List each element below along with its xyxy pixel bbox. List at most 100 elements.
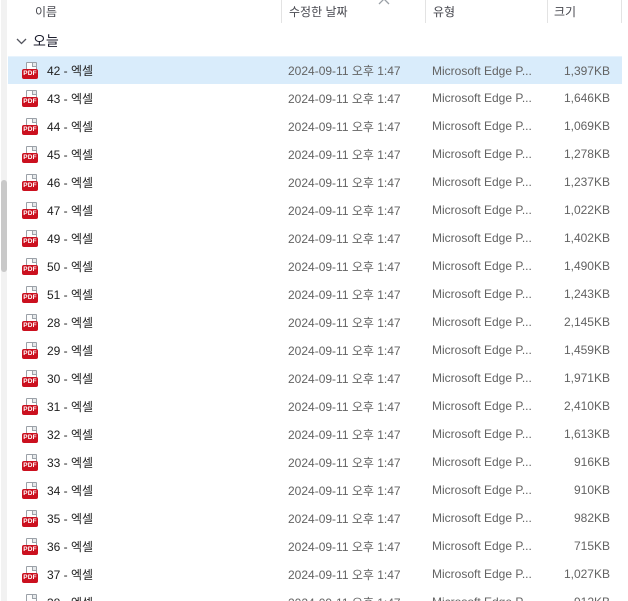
file-row[interactable]: PDF 42 - 엑셀 2024-09-11 오후 1:47 Microsoft Ed… [8, 56, 622, 84]
file-name-cell[interactable]: PDF 43 - 엑셀 [8, 89, 281, 107]
file-size: 910KB [573, 483, 610, 497]
file-name-cell[interactable]: PDF 36 - 엑셀 [8, 537, 281, 555]
file-name-cell[interactable]: PDF 28 - 엑셀 [8, 313, 281, 331]
column-header-type[interactable]: 유형 [425, 0, 547, 23]
file-name-cell[interactable]: PDF 30 - 엑셀 [8, 369, 281, 387]
file-name-label: 51 - 엑셀 [47, 287, 94, 302]
file-row[interactable]: PDF 47 - 엑셀 2024-09-11 오후 1:47 Microsoft Ed… [8, 196, 622, 224]
file-list: PDF 42 - 엑셀 2024-09-11 오후 1:47 Microsoft Ed… [8, 56, 628, 601]
file-row[interactable]: PDF 51 - 엑셀 2024-09-11 오후 1:47 Microsoft Ed… [8, 280, 622, 308]
file-date-modified: 2024-09-11 오후 1:47 [288, 175, 401, 190]
file-name-cell[interactable]: PDF 51 - 엑셀 [8, 285, 281, 303]
pdf-badge: PDF [22, 292, 38, 303]
file-row[interactable]: PDF 38 - 엑셀 2024-09-11 오후 1:47Microsoft Ed… [8, 588, 622, 601]
pdf-file-icon: PDF [22, 369, 40, 387]
file-name-cell[interactable]: PDF 44 - 엑셀 [8, 117, 281, 135]
file-name-cell[interactable]: PDF 46 - 엑셀 [8, 173, 281, 191]
file-name-label: 50 - 엑셀 [47, 259, 94, 274]
file-type: Microsoft Edge P... [432, 63, 532, 78]
file-row[interactable]: PDF 46 - 엑셀 2024-09-11 오후 1:47 Microsoft Ed… [8, 168, 622, 196]
file-name-cell[interactable]: PDF 32 - 엑셀 [8, 425, 281, 443]
pdf-badge: PDF [22, 544, 38, 555]
pdf-file-icon: PDF [22, 453, 40, 471]
file-row[interactable]: PDF 36 - 엑셀 2024-09-11 오후 1:47 Microsoft Ed… [8, 532, 622, 560]
pdf-badge: PDF [22, 432, 38, 443]
file-row[interactable]: PDF 50 - 엑셀 2024-09-11 오후 1:47 Microsoft Ed… [8, 252, 622, 280]
file-name-cell[interactable]: PDF 38 - 엑셀 [8, 593, 281, 601]
file-row[interactable]: PDF 32 - 엑셀 2024-09-11 오후 1:47 Microsoft Ed… [8, 420, 622, 448]
file-type: Microsoft Edge P... [432, 231, 532, 245]
file-type: Microsoft Edge P... [432, 399, 532, 413]
file-type: Microsoft Edge P... [432, 91, 532, 105]
page-fold [32, 342, 36, 347]
pdf-badge: PDF [22, 376, 38, 387]
pdf-file-icon: PDF [22, 313, 40, 331]
file-type: Microsoft Edge P... [432, 287, 532, 301]
pdf-badge: PDF [22, 460, 38, 471]
file-date-modified: 2024-09-11 오후 1:47 [288, 91, 401, 106]
file-size: 1,971KB [563, 371, 610, 385]
file-date-modified: 2024-09-11 오후 1:47 [288, 287, 401, 302]
file-name-label: 45 - 엑셀 [47, 147, 94, 162]
file-name-label: 31 - 엑셀 [47, 399, 94, 414]
group-header-today[interactable]: 오늘 [8, 30, 628, 52]
file-explorer-list-view: 이름 수정한 날짜 유형 크기 오늘 PDF 42 - 엑셀 2024-09-11 … [0, 0, 628, 601]
file-row[interactable]: PDF 29 - 엑셀 2024-09-11 오후 1:47 Microsoft Ed… [8, 336, 622, 364]
column-header-date-modified[interactable]: 수정한 날짜 [281, 0, 425, 23]
pdf-badge: PDF [22, 320, 38, 331]
file-size: 2,410KB [563, 399, 610, 413]
file-date-modified: 2024-09-11 오후 1:47 [288, 399, 401, 414]
file-type: Microsoft Edge P... [432, 567, 532, 581]
pdf-badge: PDF [22, 124, 38, 135]
file-date-modified: 2024-09-11 오후 1:47 [288, 371, 401, 386]
file-name-cell[interactable]: PDF 37 - 엑셀 [8, 565, 281, 583]
file-name-label: 28 - 엑셀 [47, 315, 94, 330]
file-type: Microsoft Edge P... [432, 483, 532, 497]
page-fold [32, 482, 36, 487]
page-fold [32, 594, 36, 599]
file-row[interactable]: PDF 28 - 엑셀 2024-09-11 오후 1:47 Microsoft Ed… [8, 308, 622, 336]
file-name-cell[interactable]: PDF 34 - 엑셀 [8, 481, 281, 499]
pane-scrollbar-track[interactable] [1, 0, 7, 601]
file-name-label: 37 - 엑셀 [47, 567, 94, 582]
file-row[interactable]: PDF 43 - 엑셀 2024-09-11 오후 1:47 Microsoft Ed… [8, 84, 622, 112]
file-size: 1,397KB [563, 63, 610, 78]
pane-scrollbar-thumb[interactable] [1, 180, 7, 272]
page-fold [32, 454, 36, 459]
file-name-cell[interactable]: PDF 42 - 엑셀 [8, 62, 281, 79]
column-header-size[interactable]: 크기 [547, 0, 622, 23]
file-name-cell[interactable]: PDF 45 - 엑셀 [8, 145, 281, 163]
file-row[interactable]: PDF 31 - 엑셀 2024-09-11 오후 1:47 Microsoft Ed… [8, 392, 622, 420]
file-row[interactable]: PDF 35 - 엑셀 2024-09-11 오후 1:47 Microsoft Ed… [8, 504, 622, 532]
file-name-cell[interactable]: PDF 29 - 엑셀 [8, 341, 281, 359]
file-date-modified: 2024-09-11 오후 1:47 [288, 567, 401, 582]
file-name-label: 49 - 엑셀 [47, 231, 94, 246]
file-date-modified: 2024-09-11 오후 1:47 [288, 147, 401, 162]
file-row[interactable]: PDF 49 - 엑셀 2024-09-11 오후 1:47 Microsoft Ed… [8, 224, 622, 252]
file-row[interactable]: PDF 37 - 엑셀 2024-09-11 오후 1:47 Microsoft Ed… [8, 560, 622, 588]
file-type: Microsoft Edge P... [432, 371, 532, 385]
file-row[interactable]: PDF 45 - 엑셀 2024-09-11 오후 1:47 Microsoft Ed… [8, 140, 622, 168]
file-row[interactable]: PDF 30 - 엑셀 2024-09-11 오후 1:47 Microsoft Ed… [8, 364, 622, 392]
file-row[interactable]: PDF 34 - 엑셀 2024-09-11 오후 1:47 Microsoft Ed… [8, 476, 622, 504]
column-header-name[interactable]: 이름 [8, 0, 281, 23]
file-row[interactable]: PDF 33 - 엑셀 2024-09-11 오후 1:47 Microsoft Ed… [8, 448, 622, 476]
file-date-modified: 2024-09-11 오후 1:47 [288, 427, 401, 442]
file-date-modified: 2024-09-11 오후 1:47 [288, 259, 401, 274]
pdf-file-icon: PDF [22, 481, 40, 499]
file-row[interactable]: PDF 44 - 엑셀 2024-09-11 오후 1:47 Microsoft Ed… [8, 112, 622, 140]
pdf-badge: PDF [22, 264, 38, 275]
page-fold [32, 146, 36, 151]
file-name-cell[interactable]: PDF 31 - 엑셀 [8, 397, 281, 415]
file-name-cell[interactable]: PDF 35 - 엑셀 [8, 509, 281, 527]
page-shape [26, 593, 37, 601]
file-name-cell[interactable]: PDF 33 - 엑셀 [8, 453, 281, 471]
file-date-modified: 2024-09-11 오후 1:47 [288, 64, 401, 78]
file-name-cell[interactable]: PDF 47 - 엑셀 [8, 201, 281, 219]
chevron-down-icon[interactable] [15, 35, 27, 47]
pdf-file-icon: PDF [22, 117, 40, 135]
file-name-cell[interactable]: PDF 50 - 엑셀 [8, 257, 281, 275]
file-size: 1,459KB [563, 343, 610, 357]
file-name-cell[interactable]: PDF 49 - 엑셀 [8, 229, 281, 247]
file-size: 982KB [573, 511, 610, 525]
